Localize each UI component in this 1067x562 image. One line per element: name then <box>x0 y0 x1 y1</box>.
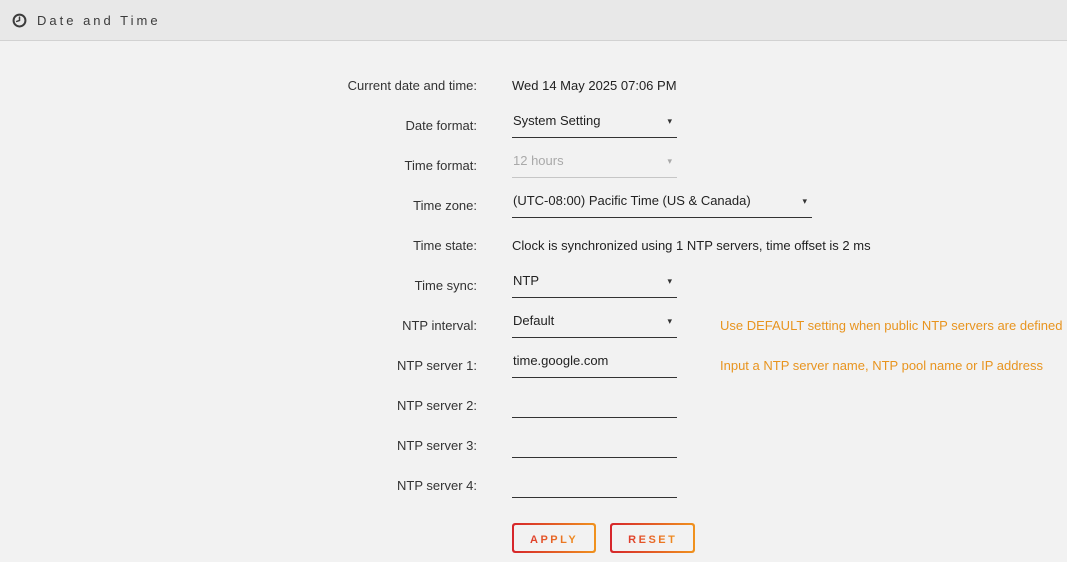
ntp-server-2-input[interactable] <box>512 393 677 418</box>
form-actions: APPLY RESET <box>512 523 1067 553</box>
ntp-server-1-input[interactable] <box>512 353 677 378</box>
clock-icon <box>12 13 27 28</box>
chevron-down-icon: ▾ <box>667 156 672 167</box>
row-date-format: Date format: System Setting ▾ <box>0 105 1067 145</box>
row-ntp-server-3: NTP server 3: <box>0 425 1067 465</box>
row-ntp-server-4: NTP server 4: <box>0 465 1067 505</box>
field-label: Time sync: <box>0 278 477 293</box>
selected-value: Default <box>513 313 554 328</box>
ntp-server-1-hint: Input a NTP server name, NTP pool name o… <box>720 358 1043 373</box>
apply-button[interactable]: APPLY <box>512 523 596 553</box>
ntp-interval-hint: Use DEFAULT setting when public NTP serv… <box>720 318 1063 333</box>
apply-button-label: APPLY <box>530 534 578 546</box>
reset-button[interactable]: RESET <box>610 523 695 553</box>
field-label: Time zone: <box>0 198 477 213</box>
chevron-down-icon: ▾ <box>667 316 672 327</box>
chevron-down-icon: ▾ <box>667 276 672 287</box>
row-ntp-server-2: NTP server 2: <box>0 385 1067 425</box>
row-time-state: Time state: Clock is synchronized using … <box>0 225 1067 265</box>
row-time-format: Time format: 12 hours ▾ <box>0 145 1067 185</box>
time-zone-select[interactable]: (UTC-08:00) Pacific Time (US & Canada) ▾ <box>512 193 812 218</box>
selected-value: (UTC-08:00) Pacific Time (US & Canada) <box>513 193 751 208</box>
chevron-down-icon: ▾ <box>802 196 807 207</box>
selected-value: NTP <box>513 273 539 288</box>
field-label: NTP server 1: <box>0 358 477 373</box>
chevron-down-icon: ▾ <box>667 116 672 127</box>
time-sync-select[interactable]: NTP ▾ <box>512 273 677 298</box>
row-time-sync: Time sync: NTP ▾ <box>0 265 1067 305</box>
field-label: Time state: <box>0 238 477 253</box>
field-label: Date format: <box>0 118 477 133</box>
field-label: Current date and time: <box>0 78 477 93</box>
time-format-select: 12 hours ▾ <box>512 153 677 178</box>
reset-button-label: RESET <box>628 534 677 546</box>
selected-value: 12 hours <box>513 153 564 168</box>
ntp-server-3-input[interactable] <box>512 433 677 458</box>
field-label: NTP interval: <box>0 318 477 333</box>
field-label: NTP server 3: <box>0 438 477 453</box>
section-header: Date and Time <box>0 0 1067 41</box>
field-label: Time format: <box>0 158 477 173</box>
selected-value: System Setting <box>513 113 600 128</box>
field-label: NTP server 2: <box>0 398 477 413</box>
ntp-server-4-input[interactable] <box>512 473 677 498</box>
page-title: Date and Time <box>37 13 161 28</box>
field-label: NTP server 4: <box>0 478 477 493</box>
ntp-interval-select[interactable]: Default ▾ <box>512 313 677 338</box>
row-current-datetime: Current date and time: Wed 14 May 2025 0… <box>0 65 1067 105</box>
date-format-select[interactable]: System Setting ▾ <box>512 113 677 138</box>
row-ntp-interval: NTP interval: Default ▾ Use DEFAULT sett… <box>0 305 1067 345</box>
date-time-form: Current date and time: Wed 14 May 2025 0… <box>0 41 1067 553</box>
row-time-zone: Time zone: (UTC-08:00) Pacific Time (US … <box>0 185 1067 225</box>
current-datetime-value: Wed 14 May 2025 07:06 PM <box>512 78 677 93</box>
row-ntp-server-1: NTP server 1: Input a NTP server name, N… <box>0 345 1067 385</box>
time-state-value: Clock is synchronized using 1 NTP server… <box>512 238 871 253</box>
